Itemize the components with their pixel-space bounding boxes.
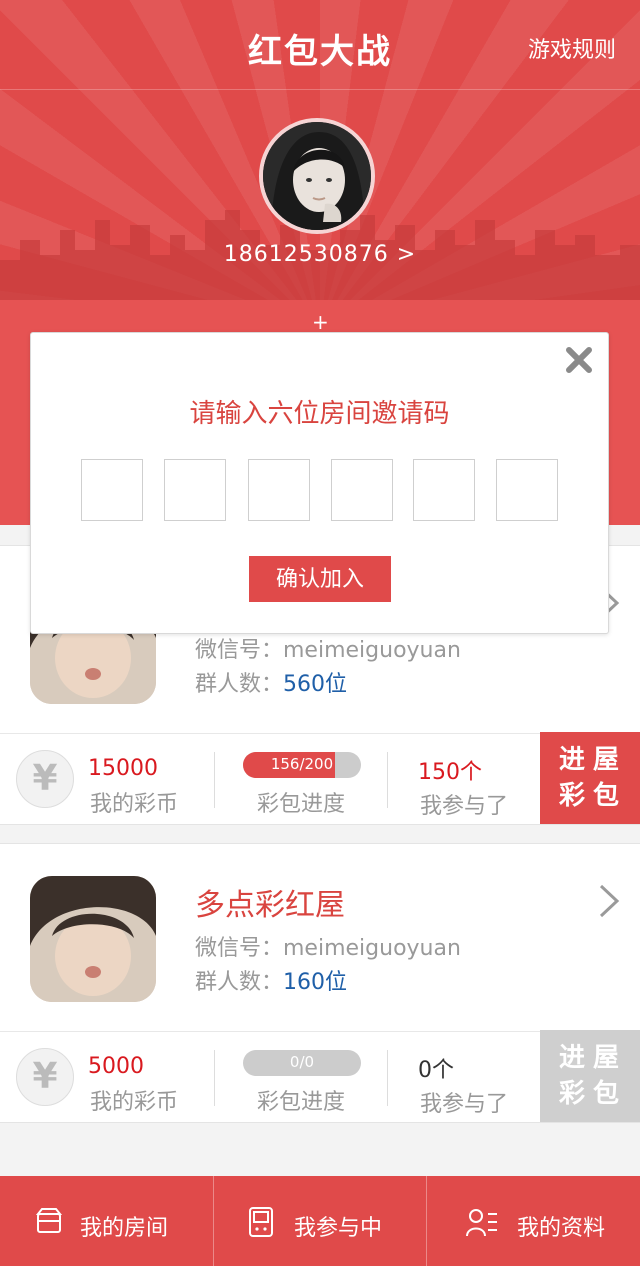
progress-text: 156/200 [270, 755, 334, 773]
my-coins-value: 15000 [88, 756, 158, 781]
room-stats-bar: ¥ 15000 我的彩币 156/200 彩包进度 150个 我参与了 进屋 彩… [0, 732, 640, 825]
tab-participating[interactable]: 我参与中 [213, 1176, 426, 1266]
code-input-box[interactable] [496, 459, 558, 521]
code-input-box[interactable] [164, 459, 226, 521]
member-count-value: 560位 [283, 672, 348, 697]
room-avatar [30, 876, 156, 1002]
confirm-join-button[interactable]: 确认加入 [249, 556, 391, 602]
tab-label: 我的房间 [80, 1216, 169, 1241]
game-rules-link[interactable]: 游戏规则 [528, 32, 616, 64]
tab-my-room[interactable]: 我的房间 [0, 1176, 213, 1266]
packet-progress-bar: 0/0 [243, 1050, 361, 1076]
joined-label: 我参与了 [420, 794, 509, 819]
stats-divider [214, 752, 215, 808]
member-count-label: 群人数： [195, 970, 284, 995]
top-nav-bar: 红包大战 游戏规则 [0, 0, 640, 90]
modal-title: 请输入六位房间邀请码 [189, 399, 450, 429]
my-coins-value: 5000 [88, 1054, 144, 1079]
enter-room-line2: 彩包 [558, 1079, 627, 1109]
joined-label: 我参与了 [420, 1092, 509, 1117]
tab-label: 我的资料 [517, 1216, 606, 1241]
user-avatar[interactable] [259, 118, 375, 234]
code-input-box[interactable] [413, 459, 475, 521]
member-count-value: 160位 [283, 970, 348, 995]
stats-divider [387, 1050, 388, 1106]
progress-text: 0/0 [289, 1053, 315, 1071]
bottom-tab-bar: 我的房间 我参与中 我的资料 [0, 1176, 640, 1266]
room-name: 多点彩红屋 [195, 888, 345, 923]
chevron-right-icon[interactable] [596, 884, 622, 918]
joined-value: 0个 [418, 1058, 454, 1083]
plus-icon: + [312, 310, 329, 334]
member-count-label: 群人数： [195, 672, 284, 697]
stats-divider [214, 1050, 215, 1106]
room-wechat-id: 微信号：meimeiguoyuan [195, 936, 461, 961]
coin-icon: ¥ [16, 1048, 74, 1106]
enter-room-line1: 进屋 [558, 745, 627, 775]
enter-room-button[interactable]: 进屋 彩包 [540, 1030, 640, 1122]
room-wechat-id: 微信号：meimeiguoyuan [195, 638, 461, 663]
joined-value: 150个 [418, 760, 482, 785]
packet-progress-label: 彩包进度 [257, 1090, 346, 1115]
tab-label: 我参与中 [294, 1216, 383, 1241]
code-input-box[interactable] [331, 459, 393, 521]
close-icon[interactable] [564, 345, 594, 375]
code-input-box[interactable] [81, 459, 143, 521]
room-card[interactable]: 多点彩红屋 微信号：meimeiguoyuan 群人数：160位 ¥ 5000 … [0, 843, 640, 1123]
room-icon [35, 1208, 63, 1233]
tab-my-profile[interactable]: 我的资料 [426, 1176, 639, 1266]
enter-room-button[interactable]: 进屋 彩包 [540, 732, 640, 824]
room-avatar-photo [30, 876, 156, 1002]
user-avatar-photo [263, 122, 371, 230]
user-phone-link[interactable]: 18612530876 > [0, 242, 640, 267]
profile-list-icon [466, 1209, 497, 1237]
invite-code-modal: 请输入六位房间邀请码 确认加入 [30, 332, 609, 634]
packet-progress-bar: 156/200 [243, 752, 361, 778]
room-stats-bar: ¥ 5000 我的彩币 0/0 彩包进度 0个 我参与了 进屋 彩包 [0, 1030, 640, 1123]
enter-room-line2: 彩包 [558, 781, 627, 811]
code-input-box[interactable] [248, 459, 310, 521]
gameboy-icon [249, 1207, 273, 1237]
room-member-count: 群人数：160位 [195, 964, 347, 996]
coin-icon: ¥ [16, 750, 74, 808]
my-coins-label: 我的彩币 [90, 792, 179, 817]
packet-progress-label: 彩包进度 [257, 792, 346, 817]
enter-room-line1: 进屋 [558, 1043, 627, 1073]
stats-divider [387, 752, 388, 808]
my-coins-label: 我的彩币 [90, 1090, 179, 1115]
room-member-count: 群人数：560位 [195, 666, 347, 698]
